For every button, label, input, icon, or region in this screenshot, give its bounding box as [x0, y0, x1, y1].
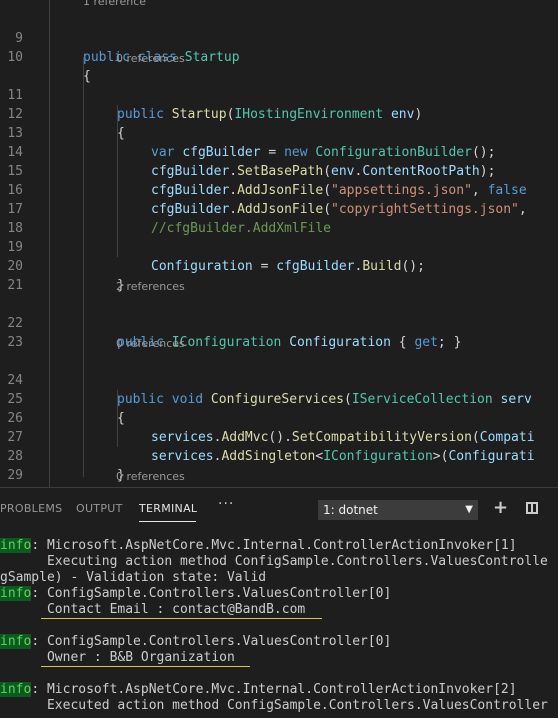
code-line: 21 [7, 278, 23, 293]
code-line: 9 public class Startup [15, 31, 240, 65]
terminal-line: Contact Email : contact@BandB.com [0, 602, 306, 617]
code-line: 23 [7, 335, 23, 350]
code-line: 28 } [7, 449, 125, 483]
terminal-line: info: ConfigSample.Controllers.ValuesCon… [0, 634, 392, 649]
terminal-line: Executing action method ConfigSample.Con… [0, 554, 548, 569]
code-line: 19 Configuration = cfgBuilder.Build(); [7, 240, 425, 274]
codelens-references[interactable]: 0 references [116, 337, 185, 351]
codelens-references[interactable]: 1 reference [83, 0, 146, 9]
code-line: 14 cfgBuilder.SetBasePath(env.ContentRoo… [7, 145, 496, 179]
code-line: 11 public Startup(IHostingEnvironment en… [7, 88, 423, 122]
code-line: 24 public void ConfigureServices(IServic… [7, 373, 532, 407]
code-line: 20 } [7, 259, 125, 293]
codelens-references[interactable]: 0 references [116, 470, 185, 484]
tab-problems[interactable]: PROBLEMS [0, 502, 62, 515]
active-tab-indicator [139, 521, 196, 522]
more-actions-icon[interactable]: ··· [218, 496, 234, 512]
split-terminal-icon[interactable] [526, 502, 538, 514]
code-line: 25 { [7, 392, 125, 426]
terminal-line: gSample) - Validation state: Valid [0, 570, 267, 585]
code-line: 17 //cfgBuilder.AddXmlFile [7, 202, 332, 236]
terminal-line: info: Microsoft.AspNetCore.Mvc.Internal.… [0, 682, 517, 697]
code-line: 29 [7, 468, 23, 483]
terminal-line: info: ConfigSample.Controllers.ValuesCon… [0, 586, 392, 601]
codelens-references[interactable]: 0 references [116, 52, 185, 66]
terminal-select-value: 1: dotnet [323, 503, 378, 517]
terminal-line: Owner : B&B Organization [0, 650, 235, 665]
codelens-references[interactable]: 2 references [116, 280, 185, 294]
highlight-underline [41, 618, 322, 619]
code-line: 13 var cfgBuilder = new ConfigurationBui… [7, 126, 496, 160]
panel-tabs: PROBLEMS OUTPUT TERMINAL ··· 1: dotnet ▼… [0, 488, 558, 528]
code-line: 27 services.AddSingleton<IConfiguration>… [7, 430, 535, 464]
code-line: 16 cfgBuilder.AddJsonFile("copyrightSett… [7, 183, 527, 217]
tab-terminal[interactable]: TERMINAL [139, 502, 197, 515]
bottom-panel: PROBLEMS OUTPUT TERMINAL ··· 1: dotnet ▼… [0, 487, 558, 718]
code-line: 12 { [7, 107, 125, 141]
code-line: 10 { [7, 50, 91, 84]
code-line: 18 [7, 221, 23, 236]
new-terminal-icon[interactable]: + [493, 497, 508, 518]
terminal-select[interactable]: 1: dotnet ▼ [318, 500, 478, 520]
tab-output[interactable]: OUTPUT [76, 502, 123, 515]
terminal-line: Executed action method ConfigSample.Cont… [0, 698, 548, 713]
code-line: 15 cfgBuilder.AddJsonFile("appsettings.j… [7, 164, 527, 198]
code-editor[interactable]: 1 reference 9 public class Startup 10 { … [0, 0, 558, 487]
code-line: 26 services.AddMvc().SetCompatibilityVer… [7, 411, 535, 445]
highlight-underline [41, 666, 250, 667]
code-line: 22 public IConfiguration Configuration {… [7, 316, 462, 350]
chevron-down-icon: ▼ [465, 504, 473, 515]
terminal-line: info: Microsoft.AspNetCore.Mvc.Internal.… [0, 538, 517, 553]
